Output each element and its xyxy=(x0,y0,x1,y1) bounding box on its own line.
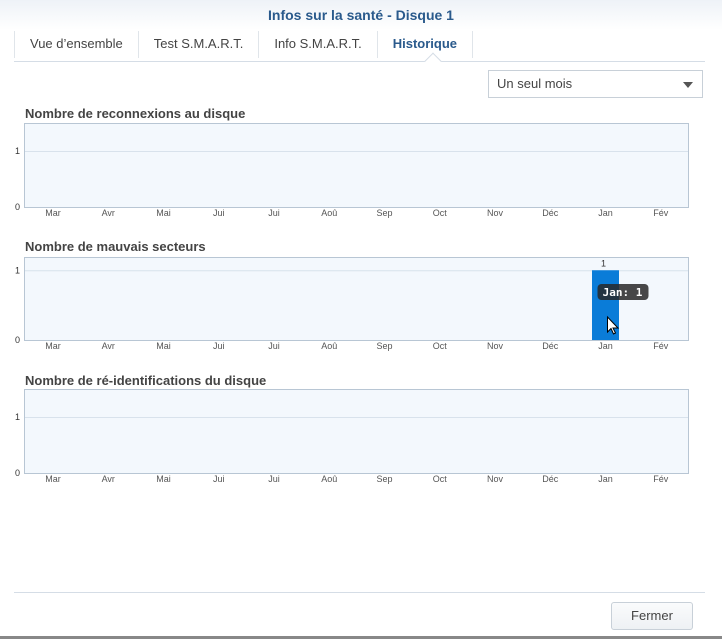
y-tick-label: 0 xyxy=(15,202,20,212)
x-tick-label: Aoû xyxy=(321,341,337,351)
chart-title-reconnections: Nombre de reconnexions au disque xyxy=(25,106,246,121)
x-tick-label: Mar xyxy=(45,208,61,218)
x-tick-label: Fév xyxy=(653,474,669,484)
x-tick-label: Avr xyxy=(102,341,115,351)
x-tick-label: Jan xyxy=(598,208,613,218)
x-tick-label: Sep xyxy=(376,474,392,484)
x-tick-label: Avr xyxy=(102,208,115,218)
chart-reconnections: 0 1 Mar Avr Mai Jui Jui Aoû Sep Oct Nov Déc Jan Fév xyxy=(15,123,689,218)
x-tick-label: Jui xyxy=(213,208,225,218)
x-tick-label: Mar xyxy=(45,474,61,484)
x-tick-label: Oct xyxy=(433,474,448,484)
y-tick-label: 1 xyxy=(15,146,20,156)
x-tick-label: Oct xyxy=(433,341,448,351)
tooltip-text: Jan: 1 xyxy=(603,286,643,299)
x-tick-label: Nov xyxy=(487,341,504,351)
x-tick-label: Jan xyxy=(598,474,613,484)
x-tick-label: Déc xyxy=(542,474,559,484)
tab-smart-test[interactable]: Test S.M.A.R.T. xyxy=(139,31,260,58)
footer-divider xyxy=(14,592,705,593)
tab-history[interactable]: Historique xyxy=(378,31,474,58)
x-tick-label: Jui xyxy=(213,474,225,484)
plot-area xyxy=(24,257,689,341)
x-tick-label: Déc xyxy=(542,341,559,351)
chart-title-bad-sectors: Nombre de mauvais secteurs xyxy=(25,239,206,254)
bar xyxy=(592,270,619,340)
x-tick-label: Mai xyxy=(156,474,171,484)
x-tick-label: Mai xyxy=(156,208,171,218)
period-select-value: Un seul mois xyxy=(497,76,573,91)
x-tick-label: Mai xyxy=(156,341,171,351)
y-tick-label: 0 xyxy=(15,468,20,478)
y-tick-label: 1 xyxy=(15,265,20,275)
x-tick-label: Jui xyxy=(268,341,280,351)
x-tick-label: Aoû xyxy=(321,208,337,218)
chart-reidentifications: 0 1 Mar Avr Mai Jui Jui Aoû Sep Oct Nov Déc Jan Fév xyxy=(15,389,689,484)
x-tick-label: Sep xyxy=(376,341,392,351)
plot-area xyxy=(24,389,689,474)
x-tick-label: Nov xyxy=(487,474,504,484)
y-tick-label: 0 xyxy=(15,335,20,345)
dialog-title: Infos sur la santé - Disque 1 xyxy=(0,0,722,30)
tab-bar: Vue d’ensemble Test S.M.A.R.T. Info S.M.… xyxy=(14,31,705,62)
x-tick-label: Sep xyxy=(376,208,392,218)
close-button[interactable]: Fermer xyxy=(611,602,693,630)
y-tick-label: 1 xyxy=(15,412,20,422)
x-tick-label: Jan xyxy=(598,341,613,351)
x-tick-label: Jui xyxy=(213,341,225,351)
x-tick-label: Nov xyxy=(487,208,504,218)
x-tick-label: Aoû xyxy=(321,474,337,484)
x-tick-label: Fév xyxy=(653,208,669,218)
x-tick-label: Jui xyxy=(268,474,280,484)
period-select[interactable]: Un seul mois xyxy=(488,70,703,98)
chart-title-reidentifications: Nombre de ré-identifications du disque xyxy=(25,373,267,388)
plot-area xyxy=(24,123,689,208)
chart-bad-sectors: 0 1 Mar Avr Mai Jui Jui Aoû Sep Oct Nov Déc Jan 1 Fév J… xyxy=(15,257,689,351)
x-tick-label: Mar xyxy=(45,341,61,351)
x-tick-label: Oct xyxy=(433,208,448,218)
chevron-down-icon xyxy=(683,82,693,88)
tab-overview[interactable]: Vue d’ensemble xyxy=(14,31,139,58)
x-tick-label: Avr xyxy=(102,474,115,484)
x-tick-label: Jui xyxy=(268,208,280,218)
x-tick-label: Fév xyxy=(653,341,669,351)
tab-smart-info[interactable]: Info S.M.A.R.T. xyxy=(259,31,378,58)
x-tick-label: Déc xyxy=(542,208,559,218)
data-label: 1 xyxy=(601,258,606,268)
